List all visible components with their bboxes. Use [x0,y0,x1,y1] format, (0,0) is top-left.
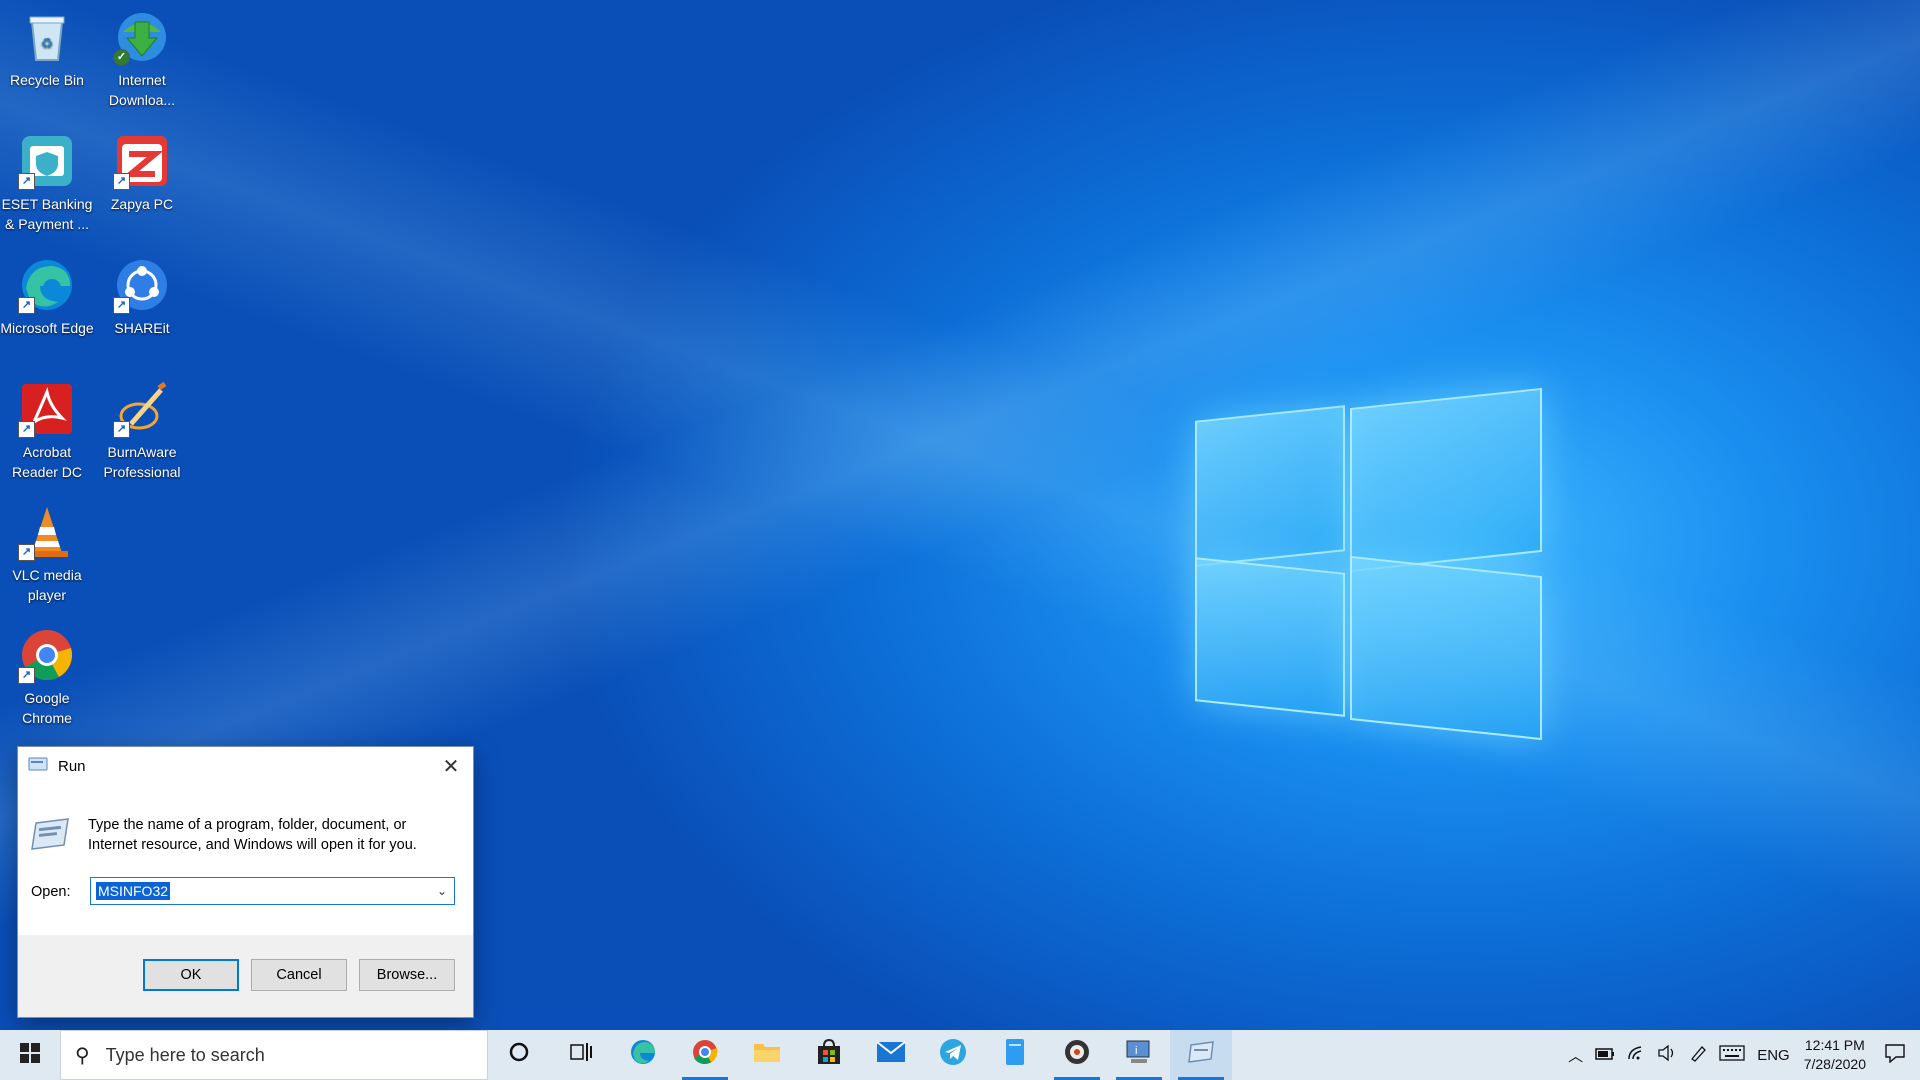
taskbar-notepad-app[interactable] [984,1030,1046,1080]
edge-icon: ↗ [18,256,76,314]
internet-download-manager-icon: ✓ [113,8,171,66]
recycle-bin-icon: ♻ [18,8,76,66]
open-label: Open: [31,884,71,900]
taskbar-edge[interactable] [612,1030,674,1080]
desktop-icon-internet-download-manager[interactable]: ✓ Internet Downloa... [95,2,189,110]
desktop-icon-acrobat[interactable]: ↗ Acrobat Reader DC [0,374,94,482]
clock-time: 12:41 PM [1804,1037,1865,1053]
eset-banking-icon: ↗ [18,132,76,190]
open-combobox[interactable]: MSINFO32 ⌄ [90,877,455,905]
taskbar-system-info-app[interactable]: i [1108,1030,1170,1080]
app-document-icon [1005,1038,1025,1072]
taskbar: ⚲ Type here to search i ︿ ENG 12:41 PM 7… [0,1030,1920,1080]
action-center-notification-icon[interactable] [1884,1043,1906,1067]
battery-icon[interactable] [1595,1047,1615,1064]
cortana-button[interactable] [488,1030,550,1080]
run-dialog: Run ✕ Type the name of a program, folder… [17,746,474,1018]
pen-workspace-icon[interactable] [1689,1044,1707,1066]
taskbar-chrome[interactable] [674,1030,736,1080]
taskbar-media-app[interactable] [1046,1030,1108,1080]
taskbar-telegram[interactable] [922,1030,984,1080]
acrobat-icon: ↗ [18,380,76,438]
system-information-icon: i [1125,1039,1153,1071]
input-language[interactable]: ENG [1757,1047,1790,1064]
show-hidden-icons-chevron-up-icon[interactable]: ︿ [1568,1045,1583,1066]
taskbar-run-app[interactable] [1170,1030,1232,1080]
desktop-icon-edge[interactable]: ↗ Microsoft Edge [0,250,94,338]
close-button[interactable]: ✕ [429,747,473,785]
taskbar-file-explorer[interactable] [736,1030,798,1080]
taskbar-search-box[interactable]: ⚲ Type here to search [60,1030,488,1080]
desktop-icon-shareit[interactable]: ↗ SHAREit [95,250,189,338]
start-button[interactable] [0,1030,60,1080]
desktop-icon-recycle-bin[interactable]: ♻ Recycle Bin [0,2,94,90]
chevron-down-icon[interactable]: ⌄ [430,884,454,898]
store-bag-icon [816,1038,842,1071]
system-tray: ︿ ENG 12:41 PM 7/28/2020 [1562,1030,1920,1080]
vlc-icon: ↗ [18,503,76,561]
shareit-icon: ↗ [113,256,171,314]
run-titlebar[interactable]: Run ✕ [18,747,473,785]
svg-text:i: i [1135,1045,1137,1057]
clock-date: 7/28/2020 [1803,1056,1866,1072]
chrome-icon [691,1038,719,1072]
volume-icon[interactable] [1657,1044,1677,1065]
taskbar-mail[interactable] [860,1030,922,1080]
cancel-button[interactable]: Cancel [251,959,347,991]
task-view-icon [570,1042,592,1068]
ok-button[interactable]: OK [143,959,239,991]
cortana-circle-icon [508,1041,530,1069]
run-app-icon [28,756,48,776]
windows-start-icon [20,1042,40,1068]
open-input-value[interactable]: MSINFO32 [96,882,171,900]
desktop-icon-eset-banking[interactable]: ↗ ESET Banking & Payment ... [0,126,94,234]
run-icon [1187,1041,1215,1069]
telegram-icon [939,1038,967,1072]
browse-button[interactable]: Browse... [359,959,455,991]
zapya-icon: ↗ [113,132,171,190]
desktop-icon-vlc[interactable]: ↗ VLC media player [0,497,94,605]
touch-keyboard-icon[interactable] [1719,1045,1745,1065]
disc-icon [1063,1038,1091,1072]
desktop-icon-zapya[interactable]: ↗ Zapya PC [95,126,189,214]
taskbar-store[interactable] [798,1030,860,1080]
close-icon: ✕ [442,755,460,778]
svg-text:♻: ♻ [41,35,54,51]
clock[interactable]: 12:41 PM 7/28/2020 [1804,1036,1866,1074]
run-description: Type the name of a program, folder, docu… [88,817,417,853]
burnaware-icon: ↗ [113,380,171,438]
run-title: Run [58,757,86,775]
search-placeholder: Type here to search [105,1044,265,1065]
desktop-icon-chrome[interactable]: ↗ Google Chrome [0,620,94,728]
desktop-icon-burnaware[interactable]: ↗ BurnAware Professional [95,374,189,482]
search-icon: ⚲ [75,1044,90,1067]
edge-icon [629,1038,657,1072]
chrome-icon: ↗ [18,626,76,684]
run-program-icon [30,817,70,855]
mail-icon [876,1041,906,1069]
wifi-icon[interactable] [1627,1045,1645,1065]
folder-icon [753,1040,781,1070]
task-view-button[interactable] [550,1030,612,1080]
